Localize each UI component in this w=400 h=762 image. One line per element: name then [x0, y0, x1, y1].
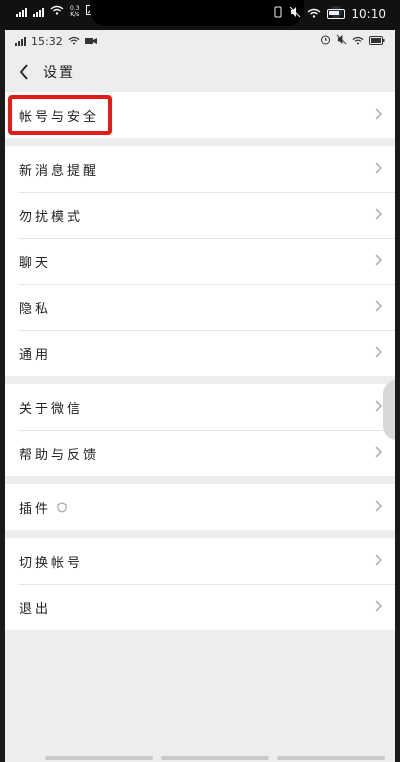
camera-notch	[90, 0, 342, 26]
chevron-right-icon	[373, 598, 383, 617]
chevron-right-icon	[373, 498, 383, 517]
outer-time: 10:10	[351, 6, 386, 21]
settings-row-label: 帐号与安全	[19, 109, 100, 125]
app-screen: 15:32 设置 帐号与安全 新消息提醒 勿扰模式 聊天 隐私 通用 关于微信 …	[5, 30, 395, 762]
signal-icon	[16, 7, 27, 17]
settings-row-label: 插件	[19, 501, 52, 517]
wifi-icon	[50, 5, 64, 18]
settings-row-label: 切换帐号	[19, 555, 84, 571]
settings-row-new-message-notification[interactable]: 新消息提醒	[5, 146, 395, 192]
outer-status-left: 0.3 K/s	[16, 5, 98, 18]
settings-row-account-security[interactable]: 帐号与安全	[5, 92, 395, 138]
signal-icon	[33, 7, 44, 17]
chevron-right-icon	[373, 160, 383, 179]
settings-row-label: 通用	[19, 347, 52, 363]
mute-icon	[289, 6, 301, 21]
settings-row-help-feedback[interactable]: 帮助与反馈	[5, 430, 395, 476]
settings-group: 新消息提醒勿扰模式聊天隐私通用	[5, 146, 395, 376]
wifi-icon	[68, 35, 80, 48]
settings-row-label: 退出	[19, 601, 52, 617]
shield-icon	[57, 498, 67, 517]
settings-row-plugins[interactable]: 插件	[5, 484, 395, 530]
chevron-left-icon	[19, 64, 28, 80]
video-icon	[84, 35, 97, 48]
chevron-right-icon	[373, 552, 383, 571]
settings-row-logout[interactable]: 退出	[5, 584, 395, 630]
settings-row-label: 聊天	[19, 255, 52, 271]
settings-row-label: 隐私	[19, 301, 52, 317]
settings-row-chat[interactable]: 聊天	[5, 238, 395, 284]
chevron-right-icon	[373, 106, 383, 125]
vibrate-icon	[273, 6, 283, 21]
settings-row-label: 勿扰模式	[19, 209, 84, 225]
chevron-right-icon	[373, 252, 383, 271]
wifi-icon	[352, 35, 364, 48]
chevron-right-icon	[373, 398, 383, 417]
inner-status-bar: 15:32	[5, 30, 395, 52]
settings-row-privacy[interactable]: 隐私	[5, 284, 395, 330]
chevron-right-icon	[373, 344, 383, 363]
alarm-icon	[320, 34, 331, 48]
outer-status-right: 10:10	[273, 6, 386, 21]
settings-group: 帐号与安全	[5, 92, 395, 138]
settings-row-general[interactable]: 通用	[5, 330, 395, 376]
back-button[interactable]	[15, 61, 33, 83]
settings-row-do-not-disturb[interactable]: 勿扰模式	[5, 192, 395, 238]
chevron-right-icon	[373, 206, 383, 225]
inner-time: 15:32	[31, 34, 63, 48]
settings-row-about-wechat[interactable]: 关于微信	[5, 384, 395, 430]
battery-icon	[369, 35, 385, 48]
settings-row-switch-account[interactable]: 切换帐号	[5, 538, 395, 584]
title-bar: 设置	[5, 52, 395, 92]
bottom-indicator	[45, 756, 385, 760]
settings-group: 插件	[5, 484, 395, 530]
settings-row-label: 关于微信	[19, 401, 84, 417]
mute-icon	[336, 34, 347, 48]
page-title: 设置	[43, 65, 75, 81]
settings-group: 关于微信 帮助与反馈	[5, 384, 395, 476]
signal-icon	[15, 36, 26, 46]
net-speed: 0.3 K/s	[70, 4, 80, 18]
chevron-right-icon	[373, 444, 383, 463]
outer-status-bar: 0.3 K/s 10:10	[0, 0, 400, 30]
settings-row-label: 帮助与反馈	[19, 447, 100, 463]
chevron-right-icon	[373, 298, 383, 317]
battery-icon	[327, 8, 346, 19]
settings-list: 帐号与安全新消息提醒勿扰模式聊天隐私通用关于微信帮助与反馈插件切换帐号退出	[5, 92, 395, 630]
settings-row-label: 新消息提醒	[19, 163, 100, 179]
settings-group: 切换帐号 退出	[5, 538, 395, 630]
wifi-icon	[307, 7, 321, 21]
floating-side-handle[interactable]	[383, 380, 395, 440]
